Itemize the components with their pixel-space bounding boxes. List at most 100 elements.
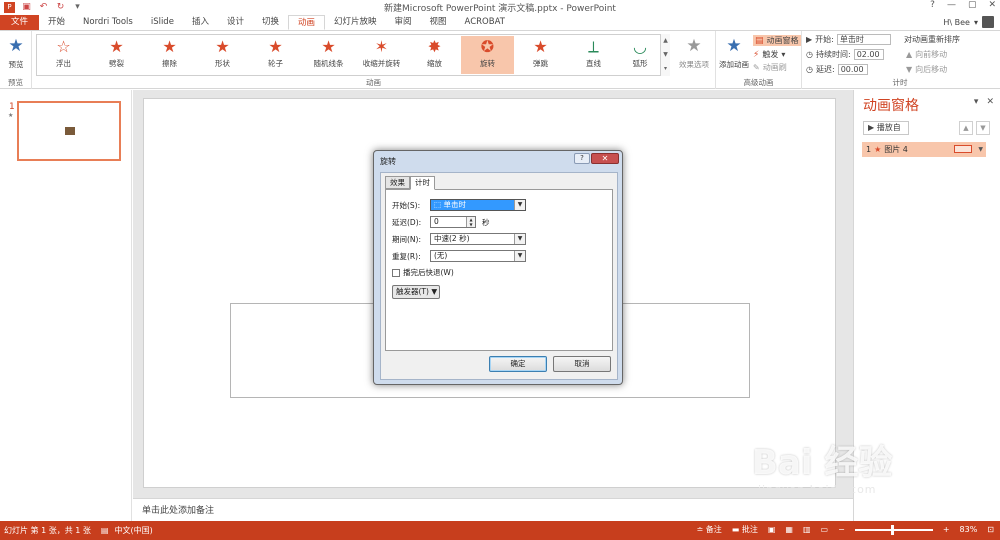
delay-spinner[interactable]: 0 ▲ ▼ [430,216,476,228]
chevron-down-icon[interactable]: ▼ [514,234,525,244]
pane-options-icon[interactable]: ▾ [974,97,979,107]
tab-acrobat[interactable]: ACROBAT [456,15,514,30]
minimize-button[interactable]: — [947,0,956,10]
restore-button[interactable]: ▢ [968,0,977,10]
avatar[interactable] [982,16,994,28]
delay-input[interactable]: 00.00 [837,64,868,75]
add-animation-button[interactable]: ★ 添加动画 [716,35,752,75]
gallery-scrollbar[interactable]: ▲ ▼ ▾ [660,34,670,76]
tab-design[interactable]: 设计 [218,15,253,30]
dialog-help-button[interactable]: ? [574,153,590,164]
rewind-label[interactable]: 播完后快退(W) [403,267,454,278]
save-icon[interactable]: ▣ [21,2,32,13]
gallery-item-wipe[interactable]: ★ 擦除 [143,36,196,74]
close-icon[interactable]: ✕ [986,97,994,107]
chevron-down-icon[interactable]: ▼ [978,142,983,157]
gallery-item-float-in[interactable]: ☆ 浮出 [37,36,90,74]
tab-nordri-tools[interactable]: Nordri Tools [74,15,142,30]
tab-timing[interactable]: 计时 [410,176,435,190]
comments-button[interactable]: ▬ 批注 [732,524,758,535]
star-icon: ✪ [480,37,495,56]
chevron-down-icon[interactable]: ▼ [514,251,525,261]
delay-field-label: 延迟(D): [392,217,422,227]
gallery-item-grow-turn[interactable]: ✶ 收缩并旋转 [355,36,408,74]
move-earlier-button[interactable]: ▲ 向前移动 [906,49,947,60]
anim-pane-button[interactable]: ▤ 动画窗格 [753,35,801,46]
chevron-down-icon[interactable]: ▼ [514,200,525,210]
down-arrow-icon[interactable]: ▼ [976,121,990,135]
notes-pane[interactable]: 单击此处添加备注 [133,498,853,521]
gallery-item-spin[interactable]: ✪ 旋转 [461,36,514,74]
reading-view-icon[interactable]: ▥ [803,525,811,534]
effect-options-label: 效果选项 [679,60,709,69]
gallery-item-bounce[interactable]: ★ 弹跳 [514,36,567,74]
delay-label: 延迟: [815,65,835,74]
zoom-in-icon[interactable]: + [943,525,950,534]
user-area[interactable]: H\ Bee ▾ [943,16,994,28]
star-icon: ★ [109,37,124,56]
customize-icon[interactable]: ▾ [72,2,83,13]
tab-slideshow[interactable]: 幻灯片放映 [325,15,386,30]
trigger-dropdown-button[interactable]: 触发器(T) ▼ [392,285,440,299]
animation-list-item[interactable]: 1 ★ 图片 4 ▼ [862,142,986,157]
ok-button[interactable]: 确定 [489,356,547,372]
tab-animations[interactable]: 动画 [287,15,325,30]
dialog-close-button[interactable]: ✕ [591,153,619,164]
duration-label: 持续时间: [815,50,851,59]
help-button[interactable]: ? [930,0,935,10]
language[interactable]: 中文(中国) [108,525,152,536]
chevron-down-icon[interactable]: ▾ [974,18,978,27]
tab-islide[interactable]: iSlide [142,15,183,30]
move-later-button[interactable]: ▼ 向后移动 [906,64,947,75]
preview-label: 预览 [8,60,24,69]
gallery-item-zoom[interactable]: ✸ 缩放 [408,36,461,74]
gallery-item-label: 随机线条 [313,59,344,68]
gallery-item-wheel[interactable]: ★ 轮子 [249,36,302,74]
anim-painter-button[interactable]: ✎ 动画刷 [753,62,787,73]
gallery-item-arc-path[interactable]: ◡ 弧形 [620,36,660,74]
dialog-body: 效果 计时 开始(S): ⬚ 单击时 ▼ 延迟(D): 0 ▲ ▼ 秒 期间(N): … [380,172,618,380]
tab-review[interactable]: 审阅 [386,15,421,30]
tab-effect[interactable]: 效果 [385,176,410,189]
start-select[interactable]: 单击时 [836,34,891,45]
gallery-item-shape[interactable]: ★ 形状 [196,36,249,74]
zoom-level[interactable]: 83% [960,525,978,534]
sorter-view-icon[interactable]: ▦ [785,525,793,534]
slide-thumbnail[interactable] [17,101,121,161]
up-arrow-icon[interactable]: ▲ [959,121,973,135]
repeat-combobox[interactable]: (无) ▼ [430,250,526,262]
preview-button[interactable]: ★ 预览 [0,35,32,75]
fit-to-window-icon[interactable]: ⊡ [987,525,994,534]
cancel-button[interactable]: 取消 [553,356,611,372]
close-button[interactable]: ✕ [988,0,996,10]
redo-icon[interactable]: ↻ [55,2,66,13]
zoom-out-icon[interactable]: − [838,525,845,534]
duration-combobox[interactable]: 中速(2 秒) ▼ [430,233,526,245]
gallery-item-random-bars[interactable]: ★ 随机线条 [302,36,355,74]
undo-icon[interactable]: ↶ [38,2,49,13]
move-earlier-label: 向前移动 [915,50,948,59]
notes-button[interactable]: ≐ 备注 [697,524,722,535]
user-name[interactable]: H\ Bee [943,18,970,27]
play-from-button[interactable]: ▶ 播放自 [863,121,909,135]
tab-view[interactable]: 视图 [421,15,456,30]
zoom-thumb[interactable] [890,524,894,535]
zoom-slider[interactable] [854,524,933,535]
start-combobox[interactable]: ⬚ 单击时 ▼ [430,199,526,211]
tab-home[interactable]: 开始 [39,15,74,30]
tab-transitions[interactable]: 切换 [253,15,288,30]
trigger-button[interactable]: ⚡ 触发 ▾ [753,49,785,60]
duration-input[interactable]: 02.00 [853,49,884,60]
tab-insert[interactable]: 插入 [183,15,218,30]
tab-file[interactable]: 文件 [0,15,40,30]
gallery-item-split[interactable]: ★ 劈裂 [90,36,143,74]
spellcheck-icon[interactable]: ▤ [91,526,109,535]
clock-icon: ◷ [806,65,813,74]
star-icon: ★ [321,37,336,56]
effect-options-button[interactable]: ★ 效果选项 [674,35,714,75]
rewind-checkbox[interactable] [392,268,400,277]
normal-view-icon[interactable]: ▣ [768,525,776,534]
slideshow-view-icon[interactable]: ▭ [821,525,829,534]
spinner-arrows-icon[interactable]: ▲ ▼ [466,217,475,227]
gallery-item-line-path[interactable]: ⟂ 直线 [567,36,620,74]
